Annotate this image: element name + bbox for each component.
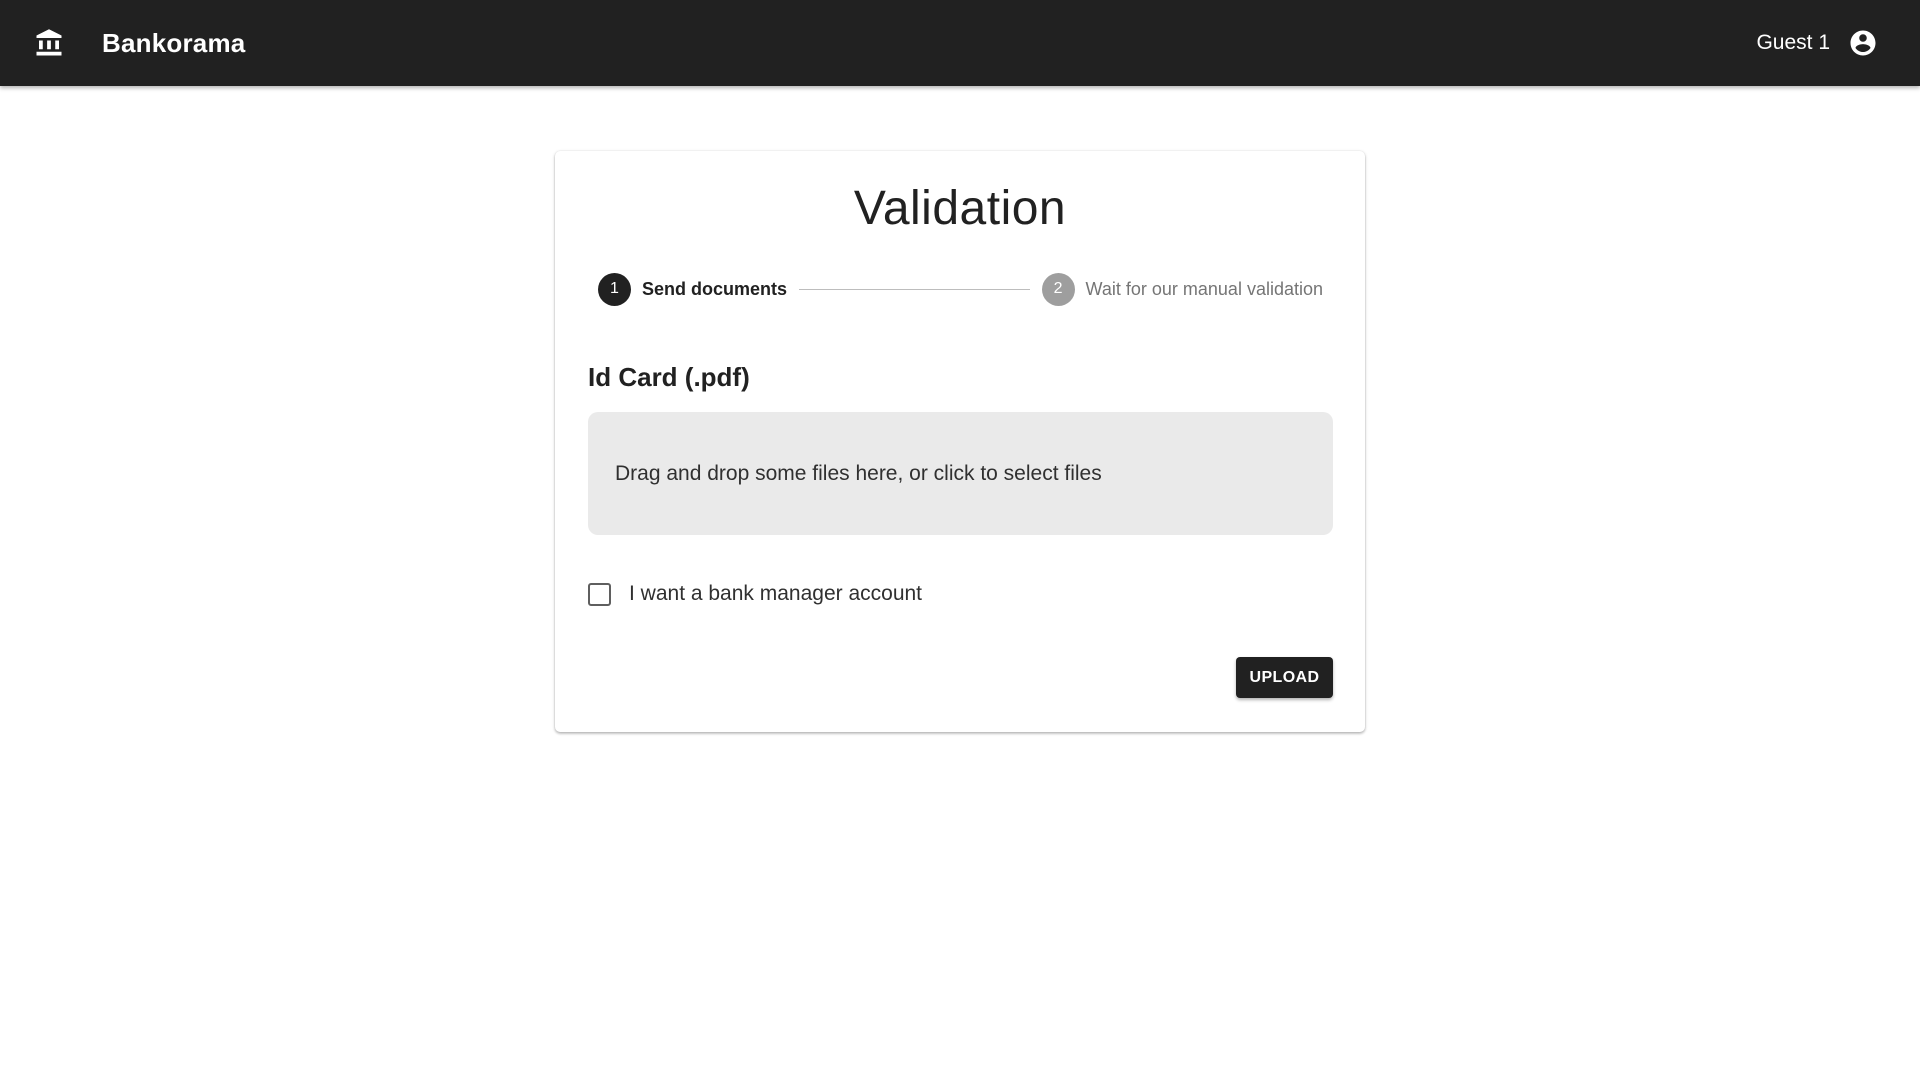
validation-stepper: 1 Send documents 2 Wait for our manual v…: [598, 272, 1323, 306]
step-send-documents: 1 Send documents: [598, 272, 788, 306]
step-label: Send documents: [642, 278, 788, 299]
manager-account-checkbox[interactable]: [588, 582, 611, 606]
account-circle-icon[interactable]: [1846, 26, 1880, 60]
step-label: Wait for our manual validation: [1085, 278, 1323, 299]
step-number-badge: 2: [1041, 272, 1075, 306]
manager-account-checkbox-label: I want a bank manager account: [629, 582, 923, 605]
step-number-badge: 1: [598, 272, 631, 306]
id-card-label: Id Card (.pdf): [588, 362, 750, 392]
app-brand-title: Bankorama: [102, 27, 246, 58]
user-name: Guest 1: [1756, 31, 1830, 54]
dropzone-text: Drag and drop some files here, or click …: [615, 461, 1102, 485]
step-manual-validation: 2 Wait for our manual validation: [1041, 272, 1323, 306]
bank-icon: [32, 26, 66, 60]
app-bar: Bankorama Guest 1: [0, 0, 1920, 86]
step-connector: [799, 288, 1030, 290]
manager-account-checkbox-row[interactable]: I want a bank manager account: [588, 582, 922, 606]
file-dropzone[interactable]: Drag and drop some files here, or click …: [588, 412, 1333, 535]
upload-button[interactable]: UPLOAD: [1236, 657, 1333, 698]
page-title: Validation: [853, 182, 1067, 235]
